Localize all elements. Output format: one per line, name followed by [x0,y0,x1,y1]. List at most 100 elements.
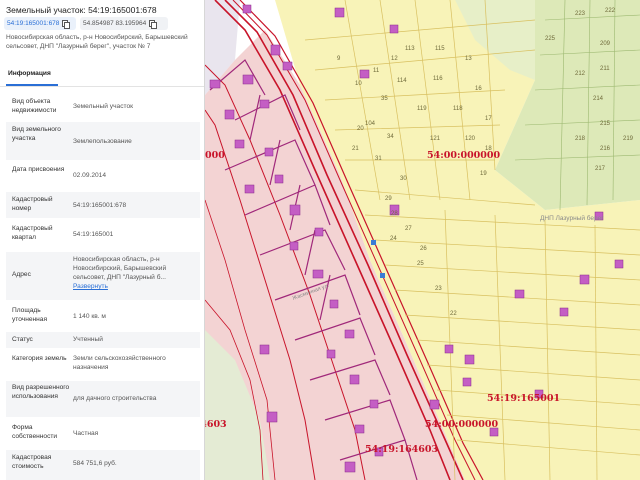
plot-number: 18 [485,146,492,152]
plot-number: 30 [400,176,407,182]
attribute-label: Площадь уточненная [12,307,48,323]
attribute-label: Кадастровая стоимость [12,454,52,470]
attribute-row: Кадастровый квартал 54:19:165001 [6,222,200,248]
attribute-row: Форма собственности Частная [6,421,200,447]
plot-number: 211 [600,66,610,72]
attribute-label: Вид земельного участка [12,126,61,142]
cadastral-number-text: 54:19:165001:678 [7,20,60,27]
plot-number: 22 [450,311,457,317]
copy-icon[interactable] [62,20,71,29]
tab-information[interactable]: Информация [8,70,51,77]
plot-number: 120 [465,136,476,142]
attribute-row: Дата присвоения 02.09.2014 [6,163,200,187]
plot-number: 11 [373,68,380,74]
plot-number: 34 [387,134,394,140]
attribute-label: Категория земель [12,355,67,362]
place-label: ДНП Лазурный берег [540,214,604,222]
cadastral-map[interactable]: 54:00:000000 54:00:000000 54:19:165001 5… [205,0,640,480]
attribute-value: 02.09.2014 [73,172,107,179]
plot-number: 212 [575,71,586,77]
attribute-value: 584 751,6 руб. [73,460,117,467]
plot-number: 25 [417,261,424,267]
plot-number: 23 [435,286,442,292]
plot-number: 113 [405,46,415,52]
plot-number: 118 [453,106,463,112]
plot-number: 114 [397,78,407,84]
attribute-label: Кадастровый квартал [12,225,53,241]
plot-number: 104 [365,121,376,127]
attribute-value: 54:19:165001:678 [73,202,127,209]
plot-number: 29 [385,196,392,202]
plot-number: 12 [391,56,398,62]
plot-number: 24 [390,236,397,242]
panel-title: Земельный участок: 54:19:165001:678 [6,5,157,15]
plot-number: 19 [480,171,487,177]
attribute-row: Кадастровый номер 54:19:165001:678 [6,192,200,218]
zone-label: 54:19:164603 [365,444,438,455]
plot-number: 13 [465,56,472,62]
zone-label: 164603 [205,419,227,430]
map-canvas[interactable]: 54:00:000000 54:00:000000 54:19:165001 5… [205,0,640,480]
plot-number: 20 [357,126,364,132]
attribute-value: 1 140 кв. м [73,313,106,320]
attribute-value: Земли сельскохозяйственного назначения [73,355,166,371]
plot-number: 223 [575,11,586,17]
attribute-value: Землепользование [73,138,132,145]
attribute-label: Дата присвоения [12,166,65,173]
plot-number: 17 [485,116,492,122]
expand-address-link[interactable]: Развернуть [73,282,197,291]
plot-number: 16 [475,86,482,92]
tab-divider [0,86,204,87]
plot-number: 214 [593,96,604,102]
attribute-label: Статус [12,336,33,343]
plot-number: 121 [430,136,441,142]
map-marker[interactable] [380,273,385,278]
plot-number: 26 [420,246,427,252]
plot-number: 225 [545,36,556,42]
attribute-label: Адрес [12,271,31,278]
attribute-value: Новосибирская область, р-н Новосибирский… [73,256,167,281]
plot-number: 218 [575,136,586,142]
plot-number: 217 [595,166,606,172]
attribute-row: Адрес Новосибирская область, р-н Новосиб… [6,252,200,300]
plot-number: 10 [355,81,362,87]
plot-number: 209 [600,41,611,47]
attribute-row: Вид объекта недвижимости Земельный участ… [6,95,200,119]
attribute-row: Кадастровая стоимость 584 751,6 руб. [6,450,200,480]
attribute-value: Земельный участок [73,103,134,110]
attribute-value: для дачного строительства [73,395,157,402]
attribute-label: Вид объекта недвижимости [12,98,57,114]
attribute-value: 54:19:165001 [73,231,114,238]
cadastral-number-chip[interactable]: 54:19:165001:678 [4,17,76,30]
attribute-value: Учтенный [73,336,103,343]
plot-number: 119 [417,106,427,112]
plot-number: 35 [381,96,388,102]
map-marker[interactable] [371,240,376,245]
attribute-label: Кадастровый номер [12,196,53,212]
attribute-label: Форма собственности [12,424,58,440]
attribute-row: Вид земельного участка Землепользование [6,122,200,160]
plot-number: 115 [435,46,445,52]
coordinates-text: 54.854987 83.195964 [83,20,147,27]
info-panel: Земельный участок: 54:19:165001:678 54:1… [0,0,205,480]
plot-number: 215 [600,121,611,127]
copy-icon[interactable] [149,20,158,29]
object-address: Новосибирская область, р-н Новосибирский… [6,34,188,50]
attribute-row: Статус Учтенный [6,332,200,348]
attribute-row: Вид разрешенного использования для дачно… [6,381,200,417]
plot-number: 222 [605,8,616,14]
coordinates-chip[interactable]: 54.854987 83.195964 [80,17,168,30]
zone-label: 000 [205,150,225,161]
attribute-value: Частная [73,430,99,437]
attribute-row: Категория земель Земли сельскохозяйствен… [6,352,200,378]
plot-number: 27 [405,226,412,232]
plot-number: 21 [352,146,359,152]
plot-number: 219 [623,136,634,142]
attribute-row: Площадь уточненная 1 140 кв. м [6,304,200,328]
attribute-label: Вид разрешенного использования [12,384,70,400]
plot-number: 28 [391,211,398,217]
zone-label: 54:19:165001 [487,393,560,404]
plot-number: 116 [433,76,443,82]
plot-number: 31 [375,156,382,162]
plot-number: 216 [600,146,611,152]
